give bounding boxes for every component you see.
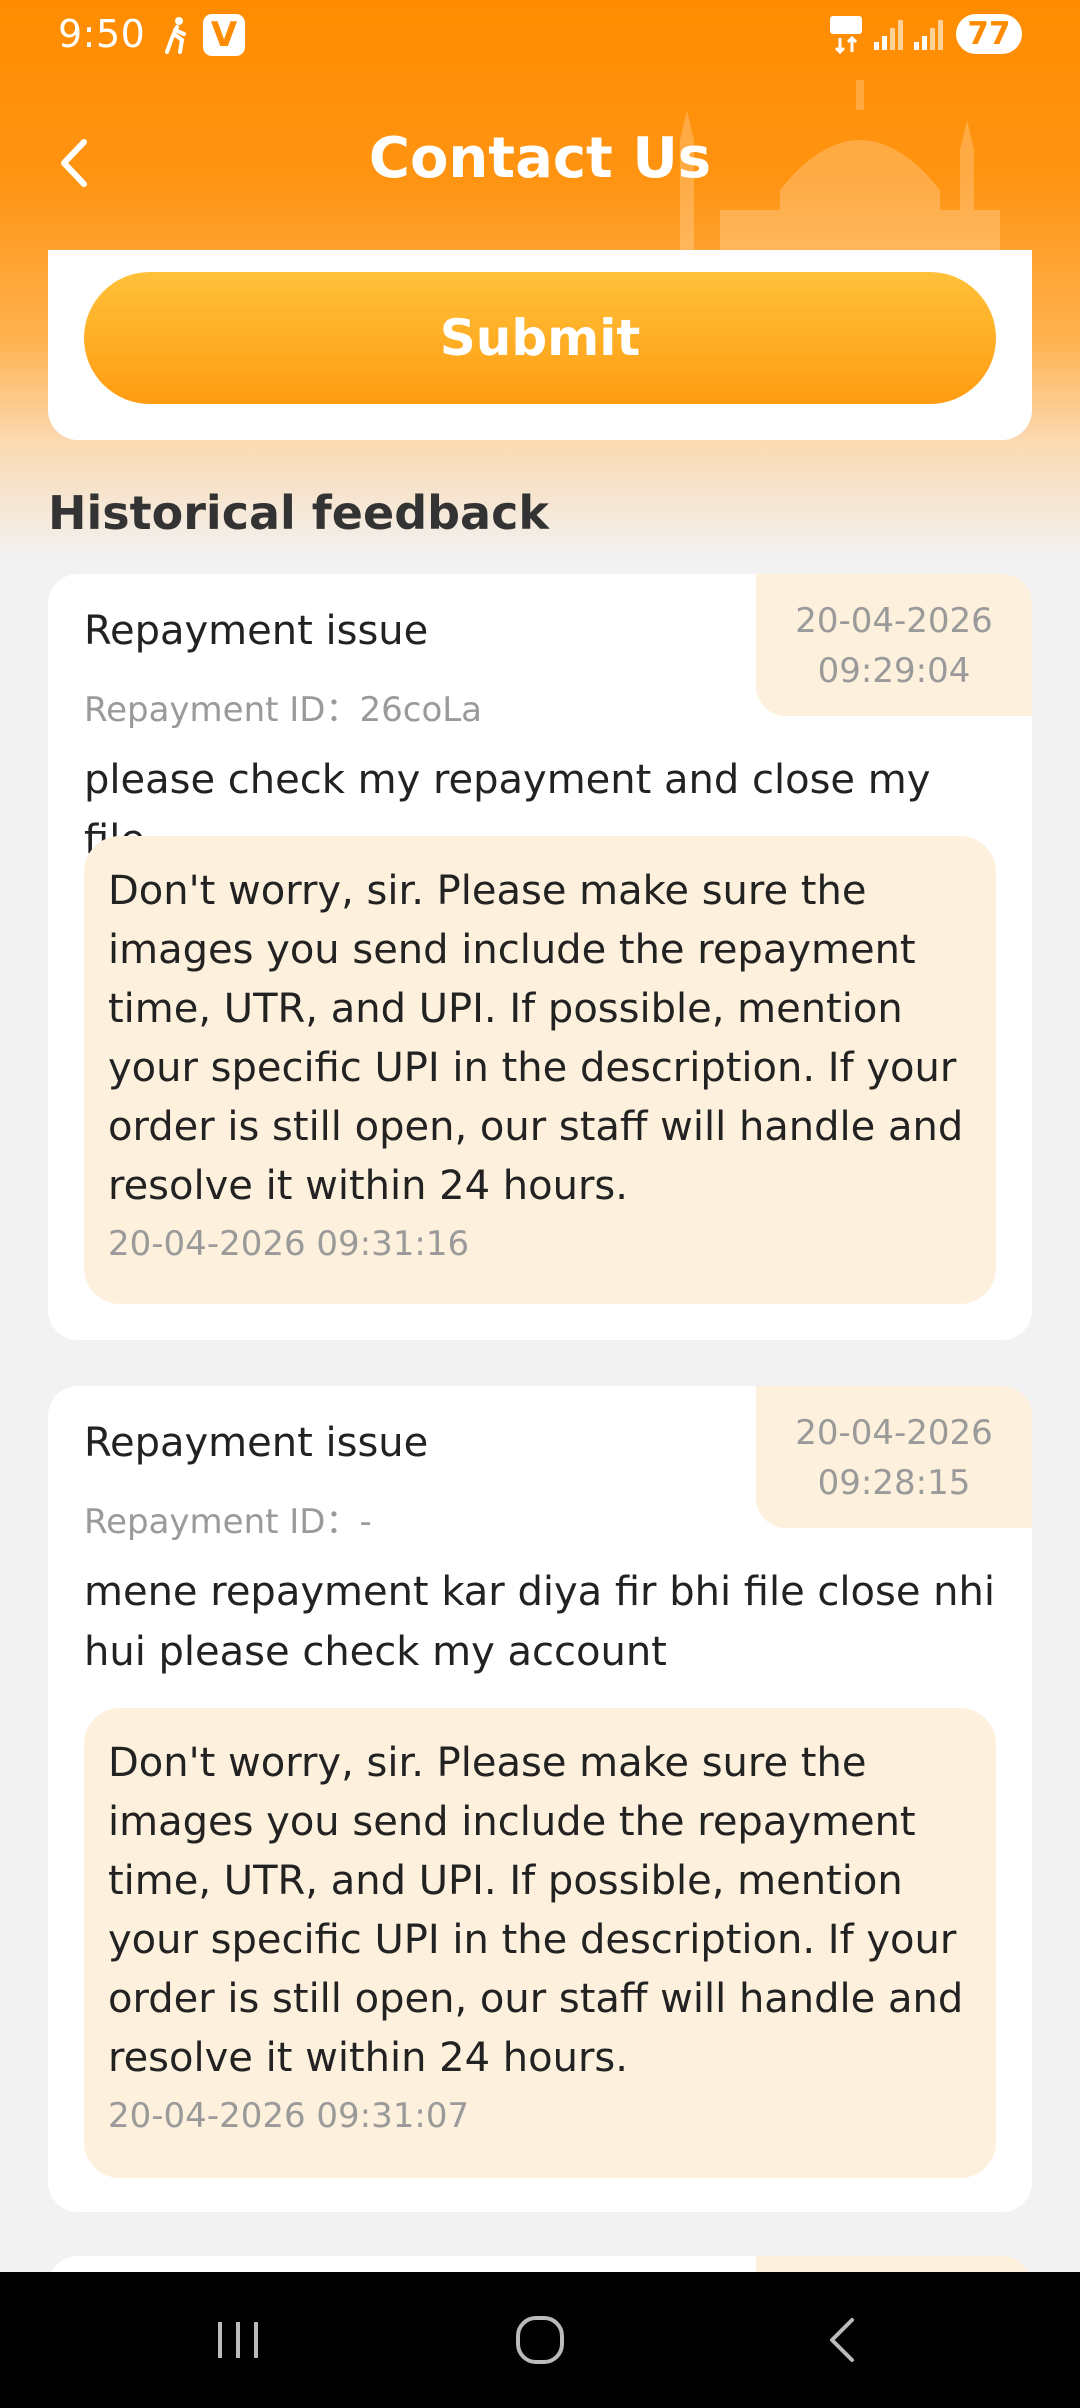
page-title: Contact Us (368, 126, 712, 191)
app-notification-icon: V (203, 14, 245, 56)
reply-time: 20-04-2026 09:31:16 (108, 1224, 470, 1264)
reply-text: Don't worry, sir. Please make sure the i… (108, 1740, 964, 2081)
feedback-card[interactable]: 20-04-2026 09:29:04 Repayment issue Repa… (48, 574, 1032, 1340)
reply-time: 20-04-2026 09:31:07 (108, 2096, 470, 2136)
section-title: Historical feedback (48, 486, 549, 540)
home-icon[interactable] (512, 2312, 568, 2368)
submit-card: Submit (48, 250, 1032, 440)
recents-icon[interactable] (210, 2314, 266, 2366)
reply-text: Don't worry, sir. Please make sure the i… (108, 868, 964, 1209)
system-navigation-bar (0, 2272, 1080, 2408)
signal-strength-icon (914, 20, 943, 50)
feedback-card[interactable]: 20-04-2026 09:28:15 Repayment issue Repa… (48, 1386, 1032, 2212)
repayment-id: Repayment ID：26coLa (84, 690, 483, 730)
walking-icon (165, 17, 186, 54)
repayment-id: Repayment ID：- (84, 1502, 372, 1542)
reply-box: Don't worry, sir. Please make sure the i… (84, 836, 996, 1304)
battery-indicator: 77 (956, 14, 1022, 54)
status-time: 9:50 (58, 12, 146, 56)
signal-strength-icon (874, 20, 903, 50)
feedback-date: 20-04-2026 09:28:15 (756, 1386, 1032, 1528)
submit-button[interactable]: Submit (84, 272, 996, 404)
back-nav-icon[interactable] (816, 2312, 872, 2368)
5g-network-icon (830, 16, 862, 54)
status-bar: 9:50 V 77 (0, 0, 1080, 72)
feedback-date: 20-04-2026 09:29:04 (756, 574, 1032, 716)
feedback-title: Repayment issue (84, 608, 429, 654)
feedback-title: Repayment issue (84, 1420, 429, 1466)
reply-box: Don't worry, sir. Please make sure the i… (84, 1708, 996, 2178)
feedback-description: mene repayment kar diya fir bhi file clo… (84, 1569, 995, 1675)
